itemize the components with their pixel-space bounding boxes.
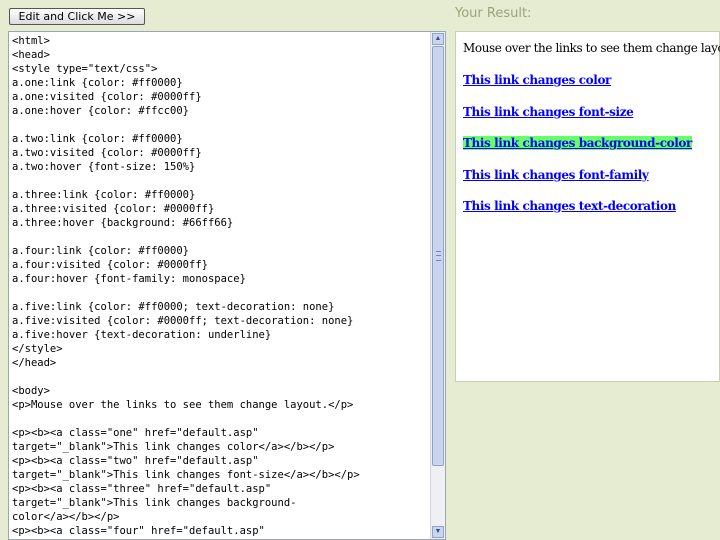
- code-line[interactable]: a.one:visited {color: #0000ff}: [12, 90, 432, 104]
- code-line[interactable]: a.four:visited {color: #0000ff}: [12, 258, 432, 272]
- scrollbar-thumb[interactable]: [432, 46, 444, 466]
- code-line[interactable]: <body>: [12, 384, 432, 398]
- code-line[interactable]: [12, 230, 432, 244]
- editor-scrollbar[interactable]: ▲ ▼: [430, 32, 445, 539]
- code-line[interactable]: </style>: [12, 342, 432, 356]
- code-line[interactable]: a.two:hover {font-size: 150%}: [12, 160, 432, 174]
- code-line[interactable]: a.three:hover {background: #66ff66}: [12, 216, 432, 230]
- code-line[interactable]: a.three:link {color: #ff0000}: [12, 188, 432, 202]
- edit-and-click-button[interactable]: Edit and Click Me >>: [9, 8, 145, 25]
- link-color[interactable]: This link changes color: [463, 73, 611, 87]
- scroll-up-icon[interactable]: ▲: [432, 33, 444, 45]
- code-line[interactable]: [12, 286, 432, 300]
- grip-icon: [436, 251, 441, 261]
- code-editor[interactable]: <html> <head> <style type="text/css"> a.one…: [8, 31, 446, 540]
- code-line[interactable]: [12, 370, 432, 384]
- code-line[interactable]: color</a></b></p>: [12, 510, 432, 524]
- code-line[interactable]: [12, 118, 432, 132]
- code-line[interactable]: target="_blank">This link changes backgr…: [12, 496, 432, 510]
- code-line[interactable]: </head>: [12, 356, 432, 370]
- scroll-down-icon[interactable]: ▼: [432, 526, 444, 538]
- link-font-size[interactable]: This link changes font-size: [463, 105, 634, 119]
- code-line[interactable]: <p>Mouse over the links to see them chan…: [12, 398, 432, 412]
- code-line[interactable]: a.five:link {color: #ff0000; text-decora…: [12, 300, 432, 314]
- code-line[interactable]: <p><b><a class="two" href="default.asp": [12, 454, 432, 468]
- code-line[interactable]: <p><b><a class="one" href="default.asp": [12, 426, 432, 440]
- code-line[interactable]: <p><b><a class="four" href="default.asp": [12, 524, 432, 538]
- code-line[interactable]: <html>: [12, 34, 432, 48]
- code-line[interactable]: <head>: [12, 48, 432, 62]
- code-text[interactable]: <html> <head> <style type="text/css"> a.one…: [12, 34, 432, 538]
- link-text-decoration[interactable]: This link changes text-decoration: [463, 199, 676, 213]
- code-line[interactable]: a.four:link {color: #ff0000}: [12, 244, 432, 258]
- code-line[interactable]: a.five:visited {color: #0000ff; text-dec…: [12, 314, 432, 328]
- code-line[interactable]: target="_blank">This link changes color<…: [12, 440, 432, 454]
- result-title: Your Result:: [455, 6, 532, 21]
- code-line[interactable]: <p><b><a class="three" href="default.asp…: [12, 482, 432, 496]
- code-line[interactable]: a.two:link {color: #ff0000}: [12, 132, 432, 146]
- code-line[interactable]: a.four:hover {font-family: monospace}: [12, 272, 432, 286]
- toolbar: Edit and Click Me >> Your Result:: [0, 0, 720, 30]
- code-line[interactable]: a.three:visited {color: #0000ff}: [12, 202, 432, 216]
- link-font-family[interactable]: This link changes font-family: [463, 168, 649, 182]
- code-line[interactable]: <style type="text/css">: [12, 62, 432, 76]
- code-line[interactable]: a.one:link {color: #ff0000}: [12, 76, 432, 90]
- code-line[interactable]: [12, 412, 432, 426]
- link-background-color[interactable]: This link changes background-color: [463, 136, 692, 150]
- code-line[interactable]: a.two:visited {color: #0000ff}: [12, 146, 432, 160]
- code-line[interactable]: a.one:hover {color: #ffcc00}: [12, 104, 432, 118]
- result-intro: Mouse over the links to see them change …: [463, 41, 720, 55]
- code-line[interactable]: [12, 174, 432, 188]
- code-line[interactable]: target="_blank">This link changes font-s…: [12, 468, 432, 482]
- code-line[interactable]: a.five:hover {text-decoration: underline…: [12, 328, 432, 342]
- result-panel: Mouse over the links to see them change …: [455, 31, 720, 382]
